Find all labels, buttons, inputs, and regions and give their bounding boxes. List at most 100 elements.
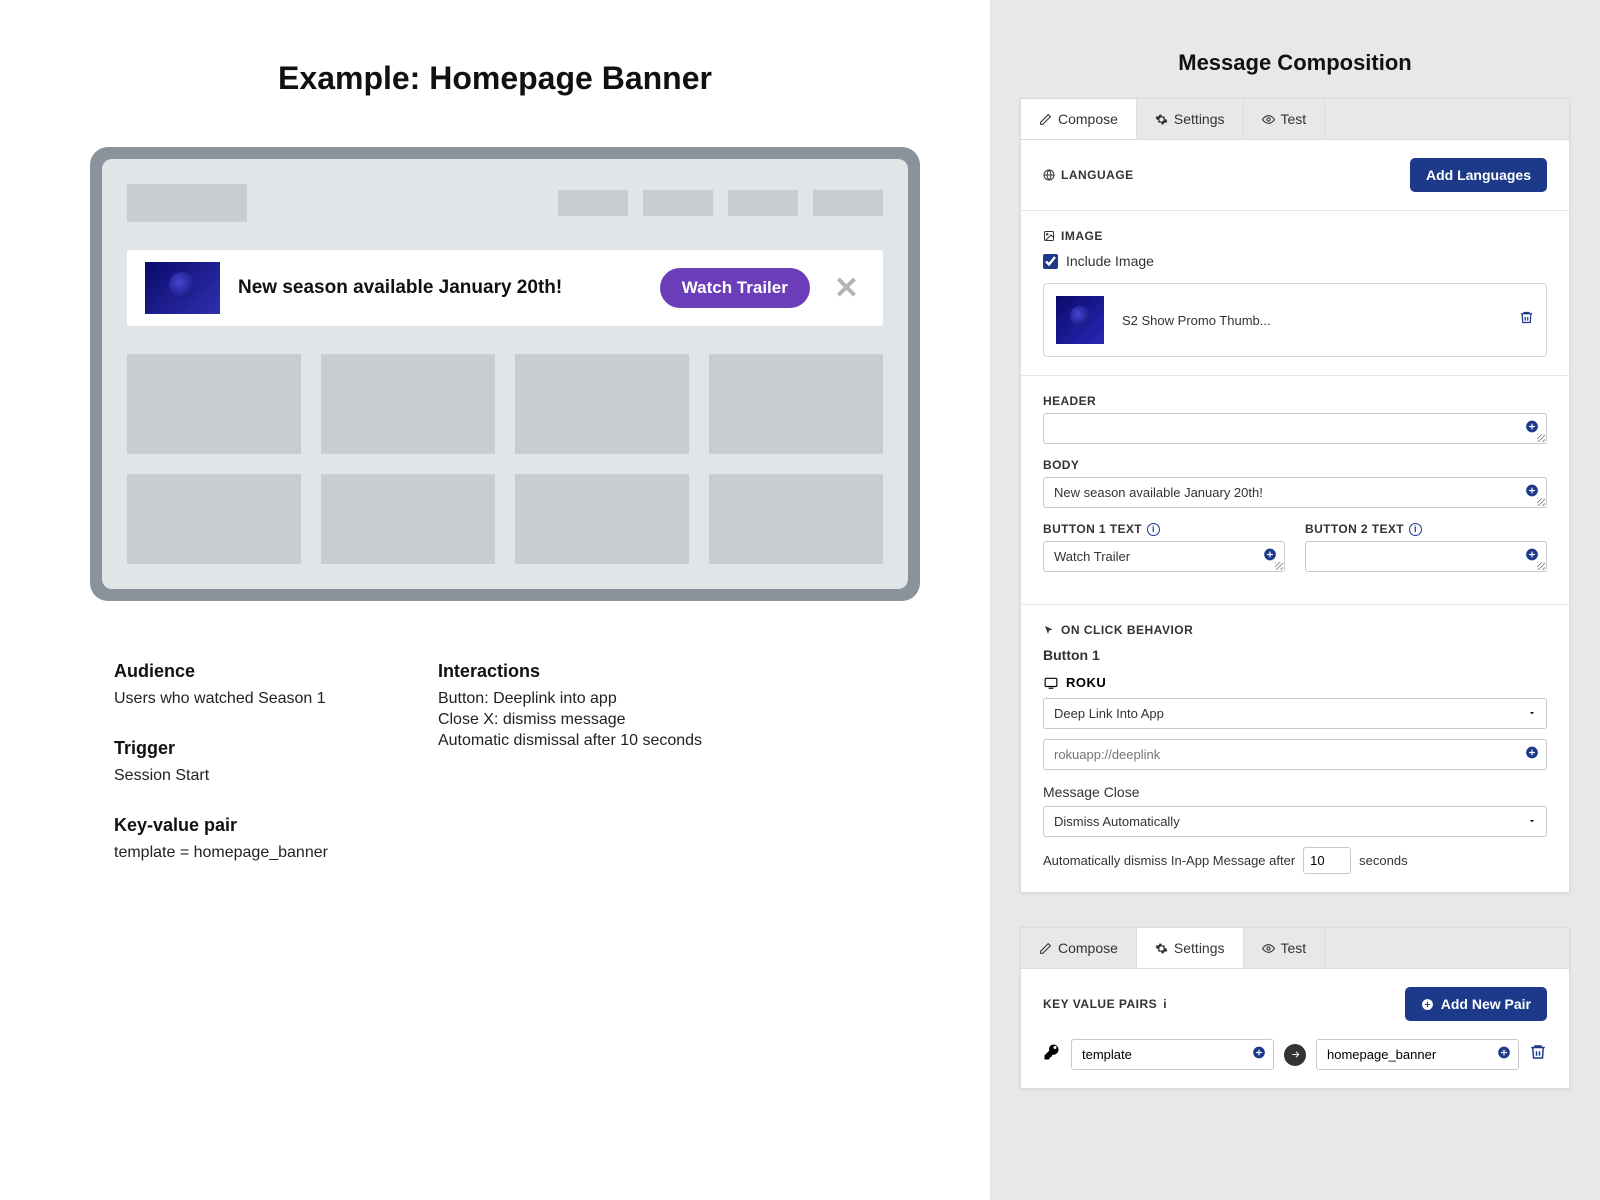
- button2-label: BUTTON 2 TEXTi: [1305, 522, 1547, 536]
- deeplink-url-input[interactable]: [1043, 739, 1547, 770]
- compose-card: Compose Settings Test LANGUAGE Add Langu…: [1020, 98, 1570, 893]
- kvp-key-input[interactable]: [1071, 1039, 1274, 1070]
- pencil-icon: [1039, 942, 1052, 955]
- trigger-text: Session Start: [114, 767, 328, 785]
- watch-trailer-button[interactable]: Watch Trailer: [660, 268, 810, 308]
- close-icon[interactable]: ✕: [828, 271, 865, 306]
- resize-handle[interactable]: [1275, 562, 1283, 570]
- button1-sublabel: Button 1: [1043, 647, 1547, 663]
- pencil-icon: [1039, 113, 1052, 126]
- example-banner: New season available January 20th! Watch…: [127, 250, 883, 326]
- settings-card: Compose Settings Test KEY VALUE PAIRS i …: [1020, 927, 1570, 1089]
- skeleton-logo: [127, 184, 247, 222]
- button1-label: BUTTON 1 TEXTi: [1043, 522, 1285, 536]
- skeleton-tile: [127, 474, 301, 564]
- tv-icon: [1043, 676, 1059, 690]
- message-close-label: Message Close: [1043, 784, 1547, 800]
- skeleton-nav-item: [643, 190, 713, 216]
- tab-compose[interactable]: Compose: [1021, 928, 1137, 968]
- skeleton-tile: [515, 354, 689, 454]
- skeleton-nav-item: [728, 190, 798, 216]
- dismiss-text-after: seconds: [1359, 853, 1407, 868]
- tab-label: Settings: [1174, 940, 1225, 956]
- banner-text: New season available January 20th!: [238, 277, 642, 299]
- skeleton-tile: [709, 354, 883, 454]
- skeleton-tile: [709, 474, 883, 564]
- gear-icon: [1155, 113, 1168, 126]
- kvp-heading: Key-value pair: [114, 815, 328, 836]
- image-thumbnail: [1056, 296, 1104, 344]
- body-field-label: BODY: [1043, 458, 1547, 472]
- button1-text-input[interactable]: [1043, 541, 1285, 572]
- kvp-value-input[interactable]: [1316, 1039, 1519, 1070]
- audience-heading: Audience: [114, 661, 328, 682]
- tab-label: Test: [1281, 111, 1307, 127]
- gear-icon: [1155, 942, 1168, 955]
- trigger-heading: Trigger: [114, 738, 328, 759]
- skeleton-tile: [127, 354, 301, 454]
- plus-circle-icon: [1421, 998, 1434, 1011]
- body-input[interactable]: [1043, 477, 1547, 508]
- info-icon[interactable]: i: [1163, 997, 1167, 1011]
- plus-circle-icon[interactable]: [1497, 1045, 1511, 1064]
- skeleton-tile: [321, 354, 495, 454]
- image-file-card: S2 Show Promo Thumb...: [1043, 283, 1547, 357]
- skeleton-nav-item: [558, 190, 628, 216]
- example-title: Example: Homepage Banner: [90, 60, 900, 97]
- tab-label: Compose: [1058, 111, 1118, 127]
- key-icon: [1043, 1043, 1061, 1066]
- audience-text: Users who watched Season 1: [114, 690, 328, 708]
- onclick-label: ON CLICK BEHAVIOR: [1043, 623, 1547, 637]
- globe-icon: [1043, 169, 1055, 181]
- deeplink-action-select[interactable]: Deep Link Into App: [1043, 698, 1547, 729]
- tab-settings[interactable]: Settings: [1137, 928, 1244, 968]
- interactions-heading: Interactions: [438, 661, 702, 682]
- tab-settings[interactable]: Settings: [1137, 99, 1244, 139]
- plus-circle-icon[interactable]: [1252, 1045, 1266, 1064]
- trash-icon[interactable]: [1519, 310, 1534, 330]
- checkbox-label: Include Image: [1066, 253, 1154, 269]
- info-icon[interactable]: i: [1409, 523, 1422, 536]
- info-icon[interactable]: i: [1147, 523, 1160, 536]
- language-label: LANGUAGE: [1043, 168, 1134, 182]
- tab-label: Compose: [1058, 940, 1118, 956]
- platform-label: ROKU: [1043, 675, 1547, 690]
- skeleton-tile: [515, 474, 689, 564]
- tab-test[interactable]: Test: [1244, 99, 1326, 139]
- interactions-line: Automatic dismissal after 10 seconds: [438, 732, 702, 750]
- tab-test[interactable]: Test: [1244, 928, 1326, 968]
- image-section-label: IMAGE: [1043, 229, 1547, 243]
- panel-title: Message Composition: [1020, 50, 1570, 76]
- mockup-frame: New season available January 20th! Watch…: [90, 147, 920, 601]
- include-image-checkbox[interactable]: Include Image: [1043, 253, 1547, 269]
- interactions-line: Close X: dismiss message: [438, 711, 702, 729]
- resize-handle[interactable]: [1537, 562, 1545, 570]
- kvp-text: template = homepage_banner: [114, 844, 328, 862]
- eye-icon: [1262, 942, 1275, 955]
- resize-handle[interactable]: [1537, 498, 1545, 506]
- resize-handle[interactable]: [1537, 434, 1545, 442]
- image-filename: S2 Show Promo Thumb...: [1122, 313, 1501, 328]
- skeleton-nav-item: [813, 190, 883, 216]
- image-icon: [1043, 230, 1055, 242]
- eye-icon: [1262, 113, 1275, 126]
- trash-icon[interactable]: [1529, 1043, 1547, 1066]
- header-input[interactable]: [1043, 413, 1547, 444]
- include-image-input[interactable]: [1043, 254, 1058, 269]
- dismiss-text-before: Automatically dismiss In-App Message aft…: [1043, 853, 1295, 868]
- header-field-label: HEADER: [1043, 394, 1547, 408]
- message-close-select[interactable]: Dismiss Automatically: [1043, 806, 1547, 837]
- dismiss-seconds-input[interactable]: [1303, 847, 1351, 874]
- kvp-section-label: KEY VALUE PAIRS i: [1043, 997, 1167, 1011]
- plus-circle-icon[interactable]: [1525, 745, 1539, 764]
- button2-text-input[interactable]: [1305, 541, 1547, 572]
- banner-thumbnail: [145, 262, 220, 314]
- cursor-icon: [1043, 624, 1055, 636]
- add-new-pair-button[interactable]: Add New Pair: [1405, 987, 1547, 1021]
- interactions-line: Button: Deeplink into app: [438, 690, 702, 708]
- add-languages-button[interactable]: Add Languages: [1410, 158, 1547, 192]
- tab-compose[interactable]: Compose: [1021, 99, 1137, 139]
- skeleton-tile: [321, 474, 495, 564]
- tab-label: Test: [1281, 940, 1307, 956]
- tab-label: Settings: [1174, 111, 1225, 127]
